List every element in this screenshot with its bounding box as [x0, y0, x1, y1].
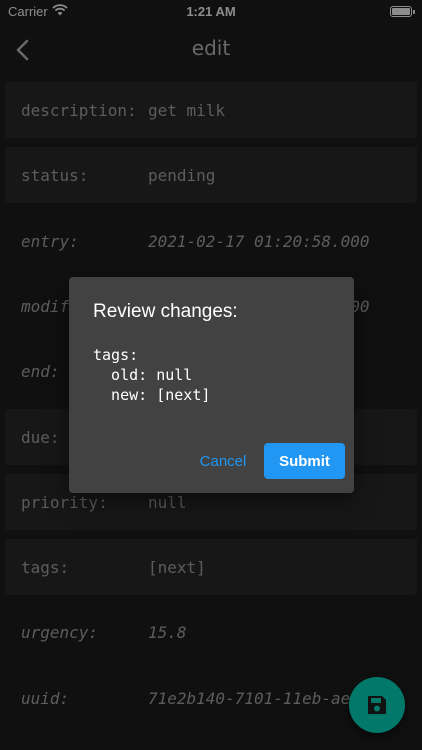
- cancel-button[interactable]: Cancel: [193, 443, 253, 479]
- dialog-body: tags: old: null new: [next]: [93, 346, 211, 404]
- save-button[interactable]: [349, 677, 405, 733]
- submit-button[interactable]: Submit: [264, 443, 345, 479]
- dialog-title: Review changes:: [93, 301, 238, 322]
- save-icon: [368, 696, 386, 714]
- review-changes-dialog: Review changes: tags: old: null new: [ne…: [69, 277, 354, 493]
